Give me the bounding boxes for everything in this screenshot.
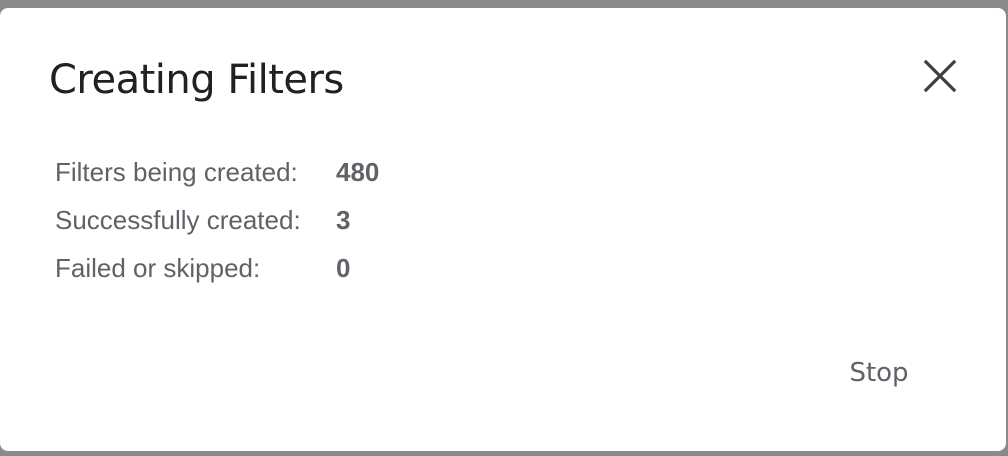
stat-value: 480	[336, 156, 380, 187]
stat-label: Failed or skipped:	[55, 252, 261, 283]
stat-row-being-created: Filters being created: 480	[55, 148, 379, 196]
creating-filters-dialog: Creating Filters Filters being created: …	[0, 8, 1006, 451]
stat-label: Filters being created:	[55, 156, 298, 187]
stat-row-successfully-created: Successfully created: 3	[55, 196, 379, 244]
stop-button[interactable]: Stop	[830, 348, 928, 398]
close-icon	[923, 59, 957, 93]
close-button[interactable]	[916, 52, 964, 100]
filter-stats: Filters being created: 480 Successfully …	[55, 148, 379, 292]
stat-label: Successfully created:	[55, 204, 301, 235]
dialog-title: Creating Filters	[49, 57, 344, 103]
stat-value: 0	[336, 252, 351, 283]
stat-row-failed-or-skipped: Failed or skipped: 0	[55, 244, 379, 292]
stat-value: 3	[336, 204, 351, 235]
